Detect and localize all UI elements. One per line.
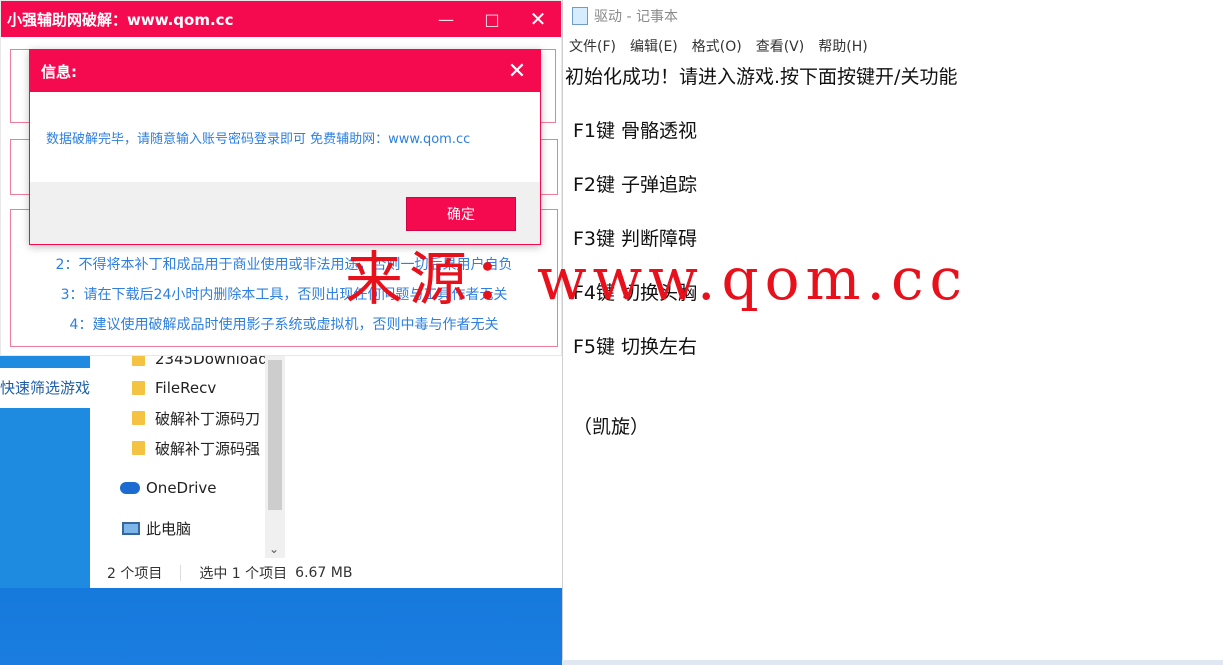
nav-item-label: FileRecv xyxy=(155,379,217,397)
computer-icon xyxy=(122,521,140,535)
menu-help[interactable]: 帮助(H) xyxy=(818,36,867,56)
minimize-button[interactable]: — xyxy=(423,10,469,29)
nav-item-onedrive[interactable]: OneDrive xyxy=(90,473,217,503)
nav-item-filerecv[interactable]: FileRecv xyxy=(90,373,216,403)
dialog-close-icon[interactable]: ✕ xyxy=(494,59,540,84)
text-line: （凯旋） xyxy=(573,416,650,438)
notepad-window: 驱动 - 记事本 文件(F) 编辑(E) 格式(O) 查看(V) 帮助(H) 初… xyxy=(562,0,1223,665)
folder-icon xyxy=(132,441,145,455)
app-titlebar: 小强辅助网破解：www.qom.cc — □ ✕ xyxy=(1,1,561,37)
screen-bottom-edge xyxy=(562,660,1223,665)
menu-view[interactable]: 查看(V) xyxy=(756,36,805,56)
text-line: F1键 骨骼透视 xyxy=(573,120,698,142)
notepad-titlebar: 驱动 - 记事本 xyxy=(563,0,1223,32)
info-dialog: 信息: ✕ 数据破解完毕，请随意输入账号密码登录即可 免费辅助网：www.qom… xyxy=(29,49,541,245)
app-title: 小强辅助网破解：www.qom.cc xyxy=(7,10,234,29)
nav-scrollbar[interactable]: ⌄ xyxy=(265,340,285,558)
folder-icon xyxy=(132,381,145,395)
dialog-message: 数据破解完毕，请随意输入账号密码登录即可 免费辅助网：www.qom.cc xyxy=(46,132,471,147)
notepad-menubar: 文件(F) 编辑(E) 格式(O) 查看(V) 帮助(H) xyxy=(563,32,1223,60)
folder-icon xyxy=(132,411,145,425)
nav-item-patch-source-qiang[interactable]: 破解补丁源码强 xyxy=(90,433,260,463)
text-line: F2键 子弹追踪 xyxy=(573,174,698,196)
text-line: F5键 切换左右 xyxy=(573,336,698,358)
dialog-title: 信息: xyxy=(41,62,77,81)
notepad-text-area[interactable]: 初始化成功！请进入游戏.按下面按键开/关功能 F1键 骨骼透视 F2键 子弹追踪… xyxy=(565,60,1223,665)
notepad-title: 驱动 - 记事本 xyxy=(594,9,678,25)
status-divider xyxy=(180,565,182,581)
status-bar: 2 个项目 选中 1 个项目 6.67 MB xyxy=(90,558,562,588)
cloud-icon xyxy=(120,482,140,494)
selection-count: 选中 1 个项目 xyxy=(199,566,288,582)
nav-item-label: 破解补丁源码刀 xyxy=(155,409,261,428)
menu-format[interactable]: 格式(O) xyxy=(692,36,742,56)
close-button[interactable]: ✕ xyxy=(515,7,561,31)
nav-item-label: 破解补丁源码强 xyxy=(155,439,261,458)
dialog-header: 信息: ✕ xyxy=(30,50,540,92)
item-count: 2 个项目 xyxy=(107,566,163,582)
quick-filter-banner[interactable]: 快速筛选游戏 xyxy=(0,368,90,408)
nav-item-patch-source-dao[interactable]: 破解补丁源码刀 xyxy=(90,403,260,433)
navigation-pane: 2345Downloads FileRecv 破解补丁源码刀 破解补丁源码强 O… xyxy=(90,340,276,558)
nav-item-this-pc[interactable]: 此电脑 xyxy=(90,513,191,543)
maximize-button[interactable]: □ xyxy=(469,10,515,29)
rule-line: 4：建议使用破解成品时使用影子系统或虚拟机，否则中毒与作者无关 xyxy=(69,317,499,333)
ok-button[interactable]: 确定 xyxy=(406,197,516,231)
menu-file[interactable]: 文件(F) xyxy=(569,36,616,56)
scrollbar-thumb[interactable] xyxy=(268,360,282,510)
notepad-icon xyxy=(572,7,588,25)
nav-item-label: OneDrive xyxy=(146,479,217,497)
nav-item-label: 此电脑 xyxy=(146,519,192,538)
menu-edit[interactable]: 编辑(E) xyxy=(630,36,678,56)
chevron-down-icon[interactable]: ⌄ xyxy=(269,542,279,556)
text-line: 初始化成功！请进入游戏.按下面按键开/关功能 xyxy=(565,66,958,88)
selection-size: 6.67 MB xyxy=(295,565,353,581)
file-explorer-window: 快速筛选游戏 2345Downloads FileRecv 破解补丁源码刀 破解… xyxy=(0,340,562,588)
source-watermark: 来源：www.qom.cc xyxy=(345,245,968,313)
desktop-strip: 快速筛选游戏 xyxy=(0,340,90,588)
